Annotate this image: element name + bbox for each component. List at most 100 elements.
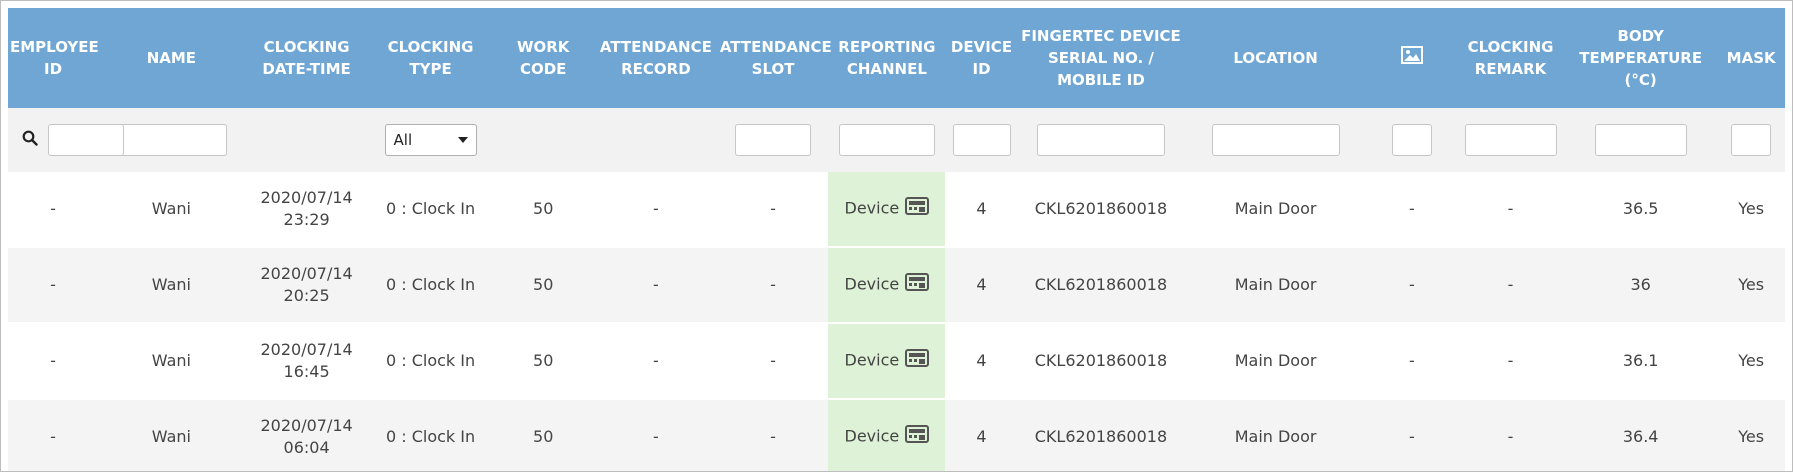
col-location[interactable]: LOCATION — [1184, 8, 1367, 108]
channel-text: Device — [844, 350, 900, 370]
attendance-slot-filter-input[interactable] — [735, 124, 812, 156]
device-id-cell: 4 — [945, 398, 1018, 471]
filter-image-cell — [1366, 108, 1457, 172]
temperature-filter-input[interactable] — [1594, 124, 1687, 156]
attendance-record-cell: - — [593, 172, 718, 247]
serial-cell: CKL6201860018 — [1017, 246, 1185, 323]
datetime-cell: 2020/07/14 06:04 — [244, 398, 369, 471]
image-cell: - — [1366, 172, 1457, 247]
col-image[interactable] — [1366, 8, 1457, 108]
filter-mask-cell — [1717, 108, 1785, 172]
device-id-cell: 4 — [945, 322, 1018, 399]
table-row[interactable]: - Wani 2020/07/14 16:45 0 : Clock In 50 -… — [8, 322, 1785, 399]
location-filter-input[interactable] — [1211, 124, 1340, 156]
table-wrapper: EMPLOYEE ID NAME CLOCKING DATE-TIME CLOC… — [8, 8, 1785, 471]
col-serial-no[interactable]: FINGERTEC DEVICE SERIAL NO. / MOBILE ID — [1017, 8, 1185, 108]
employee-id-cell: - — [8, 398, 99, 471]
attendance-slot-cell: - — [717, 172, 829, 247]
clocking-type-cell: 0 : Clock In — [368, 246, 493, 323]
reporting-channel-filter-input[interactable] — [838, 124, 935, 156]
col-work-code[interactable]: WORK CODE — [492, 8, 594, 108]
search-icon[interactable] — [22, 130, 38, 150]
table-row[interactable]: - Wani 2020/07/14 23:29 0 : Clock In 50 -… — [8, 172, 1785, 247]
time-text: 06:04 — [283, 438, 330, 457]
table-row[interactable]: - Wani 2020/07/14 06:04 0 : Clock In 50 -… — [8, 398, 1785, 471]
remark-cell: - — [1457, 322, 1565, 399]
col-clocking-datetime[interactable]: CLOCKING DATE-TIME — [244, 8, 369, 108]
clocking-type-filter-select[interactable]: All — [384, 124, 477, 156]
channel-cell: Device — [828, 322, 946, 399]
name-cell: Wani — [98, 398, 245, 471]
device-icon — [905, 273, 930, 297]
image-filter-input[interactable] — [1391, 124, 1432, 156]
filter-datetime-cell — [244, 108, 369, 172]
filter-employee-id-cell — [8, 108, 124, 172]
col-clocking-remark[interactable]: CLOCKING REMARK — [1457, 8, 1565, 108]
filter-attendance-slot-cell — [717, 108, 829, 172]
date-text: 2020/07/14 — [260, 188, 353, 207]
device-id-filter-input[interactable] — [952, 124, 1011, 156]
image-icon — [1400, 46, 1423, 68]
col-attendance-slot[interactable]: ATTENDANCE SLOT — [717, 8, 832, 108]
serial-filter-input[interactable] — [1036, 124, 1165, 156]
image-cell: - — [1366, 398, 1457, 471]
col-body-temperature[interactable]: BODY TEMPERATURE (°C) — [1564, 8, 1718, 108]
channel-cell: Device — [828, 398, 946, 471]
clocking-table: EMPLOYEE ID NAME CLOCKING DATE-TIME CLOC… — [8, 8, 1785, 471]
col-device-id[interactable]: DEVICE ID — [945, 8, 1018, 108]
col-reporting-channel[interactable]: REPORTING CHANNEL — [828, 8, 946, 108]
image-cell: - — [1366, 322, 1457, 399]
attendance-record-cell: - — [593, 322, 718, 399]
chevron-down-icon — [457, 137, 468, 143]
mask-cell: Yes — [1717, 398, 1785, 471]
clocking-type-cell: 0 : Clock In — [368, 322, 493, 399]
attendance-log-panel: EMPLOYEE ID NAME CLOCKING DATE-TIME CLOC… — [0, 0, 1793, 472]
channel-cell: Device — [828, 172, 946, 247]
channel-text: Device — [844, 274, 900, 294]
location-cell: Main Door — [1184, 398, 1367, 471]
channel-cell: Device — [828, 246, 946, 323]
employee-id-cell: - — [8, 322, 99, 399]
name-cell: Wani — [98, 322, 245, 399]
name-filter-input[interactable] — [115, 124, 228, 156]
location-cell: Main Door — [1184, 246, 1367, 323]
name-cell: Wani — [98, 246, 245, 323]
col-name[interactable]: NAME — [98, 8, 245, 108]
date-text: 2020/07/14 — [260, 416, 353, 435]
col-mask[interactable]: MASK — [1717, 8, 1785, 108]
attendance-slot-cell: - — [717, 322, 829, 399]
remark-cell: - — [1457, 398, 1565, 471]
location-cell: Main Door — [1184, 172, 1367, 247]
col-clocking-type[interactable]: CLOCKING TYPE — [368, 8, 493, 108]
date-text: 2020/07/14 — [260, 264, 353, 283]
remark-cell: - — [1457, 246, 1565, 323]
filter-attendance-record-cell — [593, 108, 718, 172]
table-body: - Wani 2020/07/14 23:29 0 : Clock In 50 -… — [8, 172, 1785, 471]
serial-cell: CKL6201860018 — [1017, 322, 1185, 399]
filter-location-cell — [1184, 108, 1367, 172]
device-id-cell: 4 — [945, 246, 1018, 323]
work-code-cell: 50 — [492, 322, 594, 399]
filter-serial-cell — [1017, 108, 1185, 172]
image-cell: - — [1366, 246, 1457, 323]
time-text: 16:45 — [283, 362, 330, 381]
time-text: 20:25 — [283, 286, 330, 305]
table-row[interactable]: - Wani 2020/07/14 20:25 0 : Clock In 50 -… — [8, 246, 1785, 323]
clocking-type-cell: 0 : Clock In — [368, 398, 493, 471]
mask-cell: Yes — [1717, 172, 1785, 247]
filter-clocking-type-cell: All — [368, 108, 493, 172]
employee-id-cell: - — [8, 246, 99, 323]
filter-work-code-cell — [492, 108, 594, 172]
serial-cell: CKL6201860018 — [1017, 398, 1185, 471]
remark-filter-input[interactable] — [1464, 124, 1557, 156]
filter-row: All — [8, 108, 1785, 172]
device-icon — [905, 425, 930, 449]
employee-id-filter-input[interactable] — [48, 124, 124, 156]
filter-channel-cell — [828, 108, 946, 172]
mask-filter-input[interactable] — [1731, 124, 1772, 156]
col-attendance-record[interactable]: ATTENDANCE RECORD — [593, 8, 718, 108]
remark-cell: - — [1457, 172, 1565, 247]
header-row: EMPLOYEE ID NAME CLOCKING DATE-TIME CLOC… — [8, 8, 1785, 108]
channel-text: Device — [844, 198, 900, 218]
col-employee-id[interactable]: EMPLOYEE ID — [8, 8, 99, 108]
